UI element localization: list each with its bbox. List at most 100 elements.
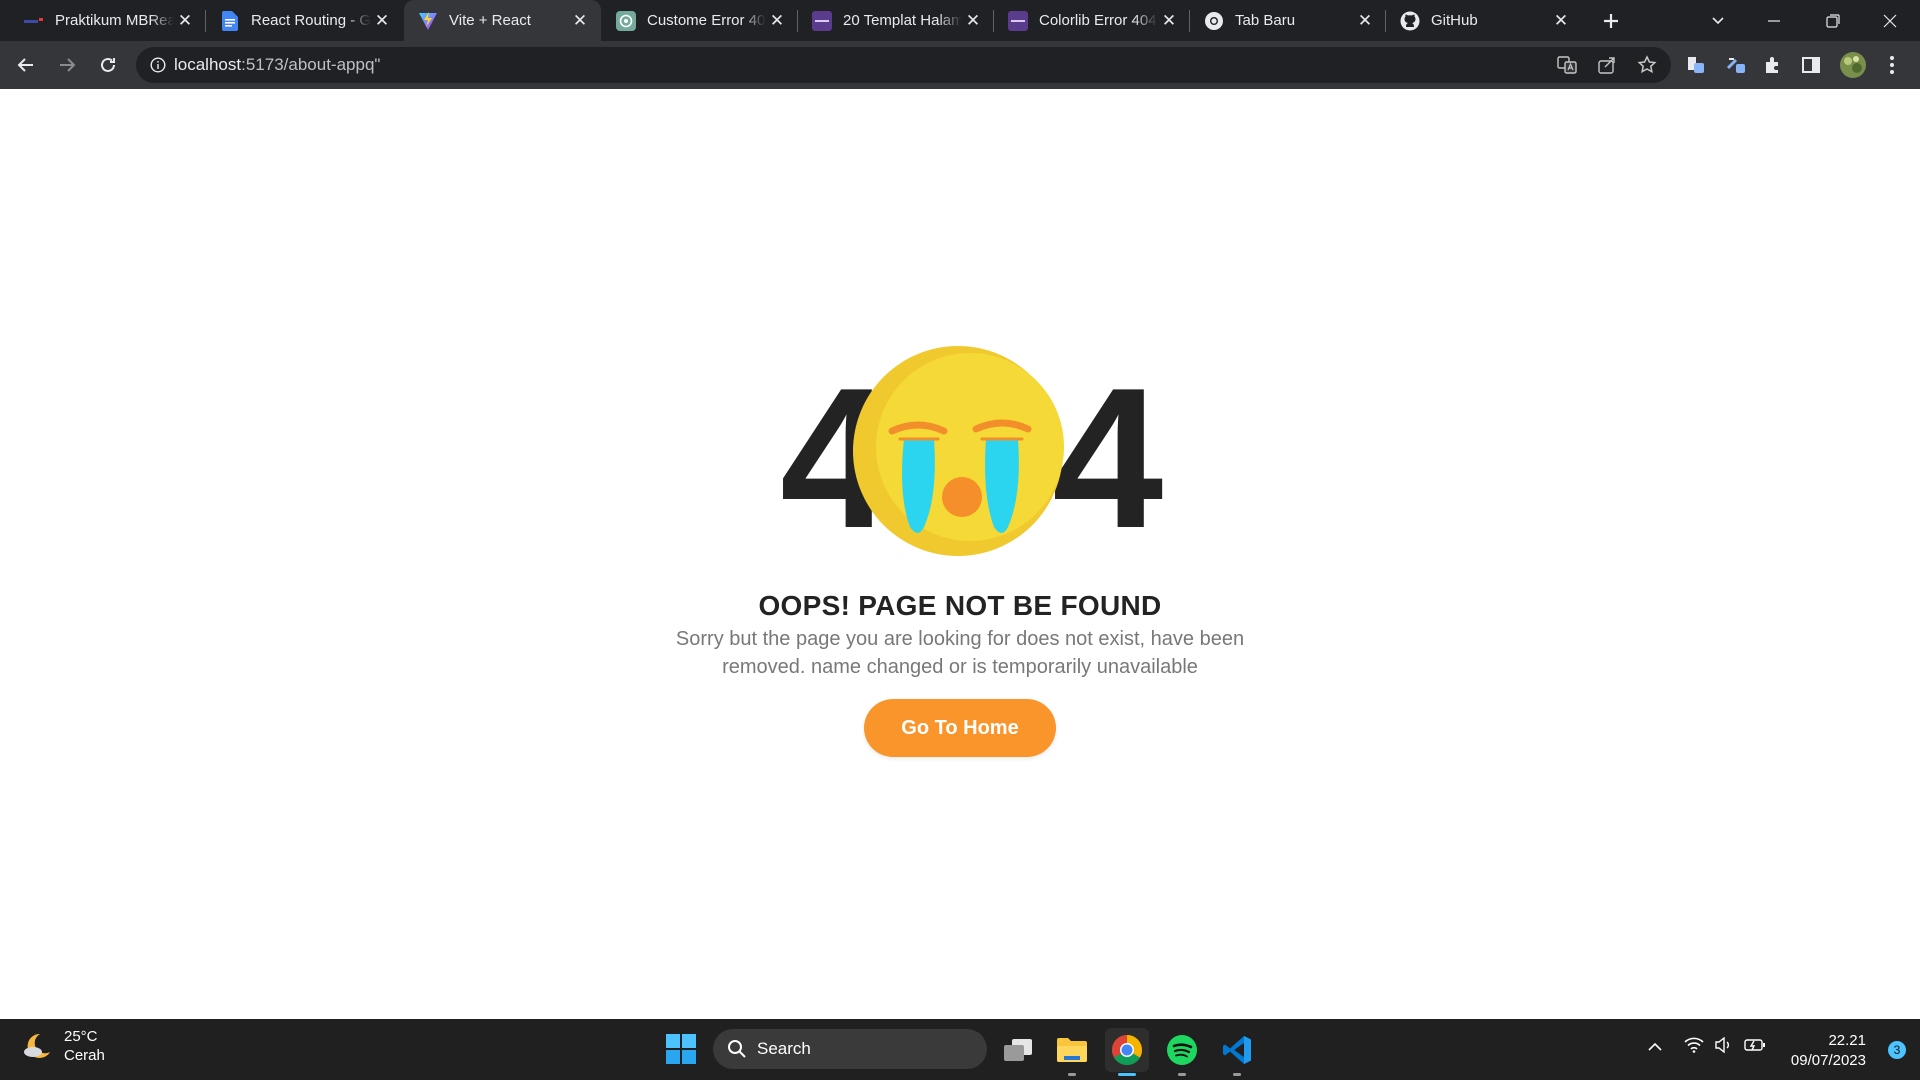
extension-tab-icon: [1688, 57, 1704, 73]
clock-time: 22.21: [1828, 1032, 1866, 1049]
github-icon: [1400, 11, 1420, 31]
back-button[interactable]: [10, 49, 42, 81]
google-docs-icon: [220, 10, 240, 31]
volume-icon[interactable]: [1714, 1036, 1734, 1058]
page-viewport: 4 4 OOPS! PAGE NOT BE FOUND Sorry but th…: [0, 89, 1920, 1019]
minimize-button[interactable]: [1752, 0, 1796, 41]
go-home-button[interactable]: Go To Home: [864, 699, 1056, 757]
tab-title: Tab Baru: [1235, 12, 1296, 29]
close-icon[interactable]: ✕: [1354, 10, 1376, 32]
more-vert-icon: [1890, 56, 1894, 74]
extension-2-button[interactable]: [1720, 49, 1752, 81]
tab-react-routing[interactable]: React Routing - Google Docs ✕: [206, 0, 403, 41]
error-digit-right: 4: [1052, 347, 1163, 570]
profile-button[interactable]: [1837, 49, 1869, 81]
close-icon[interactable]: ✕: [962, 10, 984, 32]
weather-temp: 25°C: [64, 1028, 98, 1045]
tab-20-templat[interactable]: 20 Templat Halaman ✕: [798, 0, 994, 41]
chevron-down-icon: [1712, 16, 1724, 24]
close-icon[interactable]: ✕: [371, 10, 393, 32]
minimize-icon: [1768, 19, 1780, 22]
search-icon: [728, 1040, 746, 1058]
tab-github[interactable]: GitHub ✕: [1386, 0, 1582, 41]
restore-button[interactable]: [1811, 0, 1855, 41]
plus-icon: [1604, 13, 1618, 28]
new-tab-button[interactable]: [1589, 0, 1633, 41]
task-view-button[interactable]: [996, 1028, 1040, 1072]
tab-title: Colorlib Error 404: [1039, 12, 1157, 29]
close-window-button[interactable]: [1868, 0, 1912, 41]
menu-button[interactable]: [1876, 49, 1908, 81]
vite-icon: [418, 11, 438, 31]
wifi-icon[interactable]: [1684, 1037, 1704, 1058]
browser-toolbar: localhost:5173/about-appq": [0, 41, 1920, 89]
back-arrow-icon: [17, 58, 33, 72]
restore-icon: [1826, 13, 1840, 28]
extensions-button[interactable]: [1757, 49, 1789, 81]
tab-custome-error[interactable]: Custome Error 404 ✕: [602, 0, 798, 41]
tab-strip: Praktikum MBReact ✕ React Routing - Goog…: [0, 0, 1920, 41]
tab-title: GitHub: [1431, 12, 1478, 29]
chatgpt-icon: [616, 10, 636, 31]
page-heading: OOPS! PAGE NOT BE FOUND: [758, 590, 1162, 621]
tab-title: Vite + React: [449, 12, 531, 29]
tab-title: Praktikum MBReact: [55, 12, 174, 29]
start-button[interactable]: [666, 1034, 696, 1069]
url-path: :5173/about-appq": [241, 55, 381, 74]
tab-search-button[interactable]: [1696, 0, 1740, 41]
url-host: localhost: [174, 55, 242, 74]
close-icon: [1883, 14, 1897, 27]
colorlib-icon: [1008, 10, 1028, 31]
loudly-crying-face-icon: [853, 346, 1064, 556]
close-icon[interactable]: ✕: [766, 10, 788, 32]
tab-vite-react[interactable]: Vite + React ✕: [404, 0, 601, 41]
spotify-button[interactable]: [1160, 1028, 1204, 1076]
weather-desc: Cerah: [64, 1047, 105, 1064]
share-icon[interactable]: [1597, 55, 1617, 80]
info-icon[interactable]: [150, 57, 166, 73]
tab-colorlib-error[interactable]: Colorlib Error 404 ✕: [994, 0, 1190, 41]
taskbar: 25°C Cerah Search 22.21 09/07/2023 3: [0, 1019, 1920, 1080]
close-icon[interactable]: ✕: [1550, 10, 1572, 32]
search-label: Search: [757, 1039, 811, 1058]
clock[interactable]: 22.21 09/07/2023: [1791, 1031, 1866, 1071]
vscode-button[interactable]: [1215, 1028, 1259, 1076]
chrome-taskbar-button[interactable]: [1105, 1028, 1149, 1076]
file-explorer-button[interactable]: [1050, 1028, 1094, 1076]
address-bar[interactable]: localhost:5173/about-appq": [136, 47, 1671, 83]
side-panel-button[interactable]: [1795, 49, 1827, 81]
error-message: Sorry but the page you are looking for d…: [675, 628, 1245, 678]
close-icon[interactable]: ✕: [1158, 10, 1180, 32]
tab-title: 20 Templat Halaman: [843, 12, 962, 29]
tab-tab-baru[interactable]: Tab Baru ✕: [1190, 0, 1386, 41]
windows-icon: [666, 1034, 696, 1064]
tab-praktikum[interactable]: Praktikum MBReact ✕: [10, 0, 206, 41]
clock-date: 09/07/2023: [1790, 1052, 1866, 1069]
task-view-icon: [1004, 1039, 1032, 1061]
moon-cloud-icon: [24, 1033, 50, 1058]
puzzle-icon: [1766, 57, 1778, 73]
chevron-up-icon[interactable]: [1648, 1039, 1662, 1057]
colorlib-icon: [812, 10, 832, 31]
chrome-icon: [1204, 11, 1224, 31]
reload-button[interactable]: [92, 49, 124, 81]
close-icon[interactable]: ✕: [174, 10, 196, 32]
extension-tools-icon: [1726, 58, 1745, 73]
weather-widget[interactable]: 25°C Cerah: [22, 1027, 105, 1065]
praktikum-favicon: [24, 11, 44, 31]
bookmark-star-icon[interactable]: [1637, 55, 1657, 80]
forward-button[interactable]: [51, 49, 83, 81]
vscode-icon: [1223, 1036, 1251, 1064]
notification-badge[interactable]: 3: [1888, 1041, 1906, 1059]
translate-icon[interactable]: [1557, 55, 1577, 80]
taskbar-search[interactable]: Search: [713, 1029, 987, 1069]
close-icon[interactable]: ✕: [569, 10, 591, 32]
spotify-icon: [1167, 1035, 1197, 1065]
extension-1-button[interactable]: [1680, 49, 1712, 81]
battery-icon[interactable]: [1744, 1037, 1766, 1058]
side-panel-icon: [1802, 57, 1820, 73]
reload-icon: [101, 57, 115, 72]
chrome-icon: [1111, 1035, 1143, 1066]
tab-title: React Routing - Google Docs: [251, 12, 371, 29]
system-tray: [1648, 1036, 1766, 1058]
